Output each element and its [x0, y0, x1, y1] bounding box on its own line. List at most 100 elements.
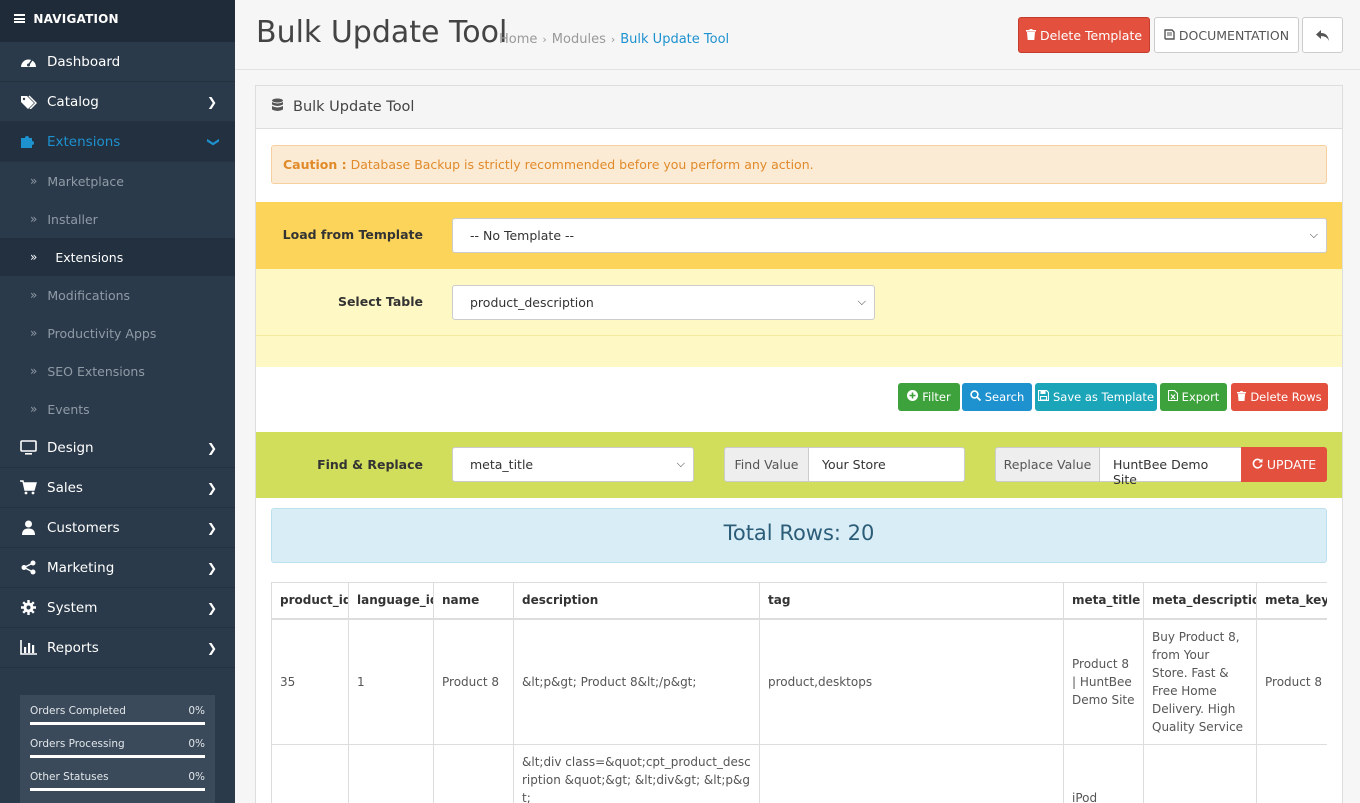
filter-button[interactable]: Filter	[898, 383, 960, 411]
sidebar-subitem-modifications[interactable]: » Modifications	[0, 276, 235, 314]
documentation-label: DOCUMENTATION	[1178, 27, 1290, 43]
column-header[interactable]: description	[513, 582, 760, 620]
search-button[interactable]: Search	[962, 383, 1032, 411]
stat-value: 0%	[188, 738, 205, 750]
cell-tag	[759, 744, 1064, 803]
find-value-input[interactable]: Your Store	[808, 447, 965, 482]
template-select[interactable]: -- No Template -- ⌵	[452, 218, 1327, 253]
caution-text: Database Backup is strictly recommended …	[346, 157, 814, 172]
delete-template-button[interactable]: Delete Template	[1018, 17, 1150, 53]
table-row[interactable]: &lt;div class=&quot;cpt_product_descript…	[271, 744, 1327, 803]
cell-meta-title: Product 8 | HuntBee Demo Site	[1063, 618, 1144, 745]
progress-bar	[30, 788, 205, 791]
sidebar-subitem-installer[interactable]: » Installer	[0, 200, 235, 238]
save-template-button[interactable]: Save as Template	[1035, 383, 1157, 411]
column-header[interactable]: meta_keyword	[1256, 582, 1327, 620]
stat-orders-processing: Orders Processing 0%	[30, 738, 205, 758]
file-excel-icon	[1167, 389, 1178, 404]
update-button[interactable]: UPDATE	[1241, 447, 1327, 482]
sidebar-subitem-label: Productivity Apps	[47, 325, 157, 341]
column-header[interactable]: tag	[759, 582, 1064, 620]
cell-name	[433, 744, 514, 803]
column-header[interactable]: meta_description	[1143, 582, 1257, 620]
monitor-icon	[19, 440, 37, 456]
sidebar-item-label: Design	[47, 439, 94, 456]
cell-meta-description	[1143, 744, 1257, 803]
panel-heading: Bulk Update Tool	[256, 86, 1342, 129]
bar-chart-icon	[19, 640, 37, 656]
delete-template-label: Delete Template	[1039, 27, 1143, 43]
chevron-down-icon: ❯	[206, 136, 221, 148]
sidebar-item-label: Extensions	[47, 133, 121, 150]
stat-label: Other Statuses	[30, 771, 109, 783]
sidebar-subitem-extensions[interactable]: » Extensions	[0, 238, 235, 276]
column-header[interactable]: meta_title	[1063, 582, 1144, 620]
chevron-right-icon: ❯	[206, 641, 217, 655]
sidebar-item-label: Sales	[47, 479, 83, 496]
table-select-value: product_description	[470, 295, 594, 310]
documentation-button[interactable]: DOCUMENTATION	[1154, 17, 1299, 53]
gear-icon	[19, 600, 37, 616]
sidebar-item-label: Reports	[47, 639, 99, 656]
select-table-label: Select Table	[337, 294, 423, 309]
cell-language-id	[348, 744, 434, 803]
sidebar-item-catalog[interactable]: Catalog ❯	[0, 82, 235, 122]
sidebar: NAVIGATION Dashboard Catalog ❯ Extension…	[0, 0, 235, 803]
cell-language-id: 1	[348, 618, 434, 745]
nav-header[interactable]: NAVIGATION	[0, 0, 235, 42]
double-chevron-icon: »	[30, 250, 38, 264]
cell-name: Product 8	[433, 618, 514, 745]
sidebar-item-label: System	[47, 599, 98, 616]
back-button[interactable]	[1302, 17, 1343, 53]
breadcrumb-modules[interactable]: Modules	[552, 32, 606, 47]
sidebar-item-marketing[interactable]: Marketing ❯	[0, 548, 235, 588]
breadcrumb-home[interactable]: Home	[499, 32, 537, 47]
chevron-right-icon: ❯	[206, 481, 217, 495]
stat-orders-completed: Orders Completed 0%	[30, 705, 205, 725]
sidebar-item-extensions[interactable]: Extensions ❯	[0, 122, 235, 162]
sidebar-item-reports[interactable]: Reports ❯	[0, 628, 235, 668]
sidebar-subitem-productivity-apps[interactable]: » Productivity Apps	[0, 314, 235, 352]
column-header[interactable]: language_id	[348, 582, 434, 620]
menu-icon	[14, 14, 25, 23]
column-header[interactable]: product_id	[271, 582, 349, 620]
column-header[interactable]: name	[433, 582, 514, 620]
sidebar-subitem-label: Events	[47, 401, 90, 417]
breadcrumb-current[interactable]: Bulk Update Tool	[620, 32, 729, 47]
reply-icon	[1315, 26, 1330, 45]
sidebar-item-customers[interactable]: Customers ❯	[0, 508, 235, 548]
sidebar-item-design[interactable]: Design ❯	[0, 428, 235, 468]
column-select[interactable]: meta_title ⌵	[452, 447, 694, 482]
caution-alert: Caution : Database Backup is strictly re…	[271, 145, 1327, 184]
stat-label: Orders Processing	[30, 738, 125, 750]
stat-label: Orders Completed	[30, 705, 126, 717]
breadcrumb-separator-icon: ›	[542, 33, 547, 46]
sidebar-subitem-seo-extensions[interactable]: » SEO Extensions	[0, 352, 235, 390]
load-template-row: Load from Template -- No Template -- ⌵	[256, 202, 1342, 269]
results-table: product_id language_id name description …	[271, 582, 1327, 803]
caution-prefix: Caution :	[283, 157, 347, 172]
double-chevron-icon: »	[30, 326, 38, 340]
table-row[interactable]: 35 1 Product 8 &lt;p&gt; Product 8&lt;/p…	[271, 618, 1327, 745]
export-button[interactable]: Export	[1160, 383, 1227, 411]
template-select-value: -- No Template --	[470, 228, 574, 243]
dashboard-icon	[19, 54, 37, 70]
table-select[interactable]: product_description ⌵	[452, 285, 875, 320]
plus-circle-icon	[907, 390, 919, 404]
chevron-right-icon: ❯	[206, 95, 217, 109]
sidebar-subitem-marketplace[interactable]: » Marketplace	[0, 162, 235, 200]
chevron-down-icon: ⌵	[676, 457, 685, 470]
cell-meta-keyword: Product 8 Desktops	[1256, 618, 1327, 745]
sidebar-item-sales[interactable]: Sales ❯	[0, 468, 235, 508]
sidebar-item-system[interactable]: System ❯	[0, 588, 235, 628]
stat-other-statuses: Other Statuses 0%	[30, 771, 205, 791]
chevron-right-icon: ❯	[206, 601, 217, 615]
find-value-addon: Find Value	[724, 447, 809, 482]
sidebar-item-dashboard[interactable]: Dashboard	[0, 42, 235, 82]
chevron-right-icon: ❯	[206, 521, 217, 535]
replace-value-input[interactable]: HuntBee Demo Site	[1099, 447, 1242, 487]
results-table-container[interactable]: product_id language_id name description …	[271, 582, 1327, 803]
sidebar-subitem-events[interactable]: » Events	[0, 390, 235, 428]
delete-rows-button[interactable]: Delete Rows	[1231, 383, 1328, 411]
tags-icon	[19, 94, 37, 110]
